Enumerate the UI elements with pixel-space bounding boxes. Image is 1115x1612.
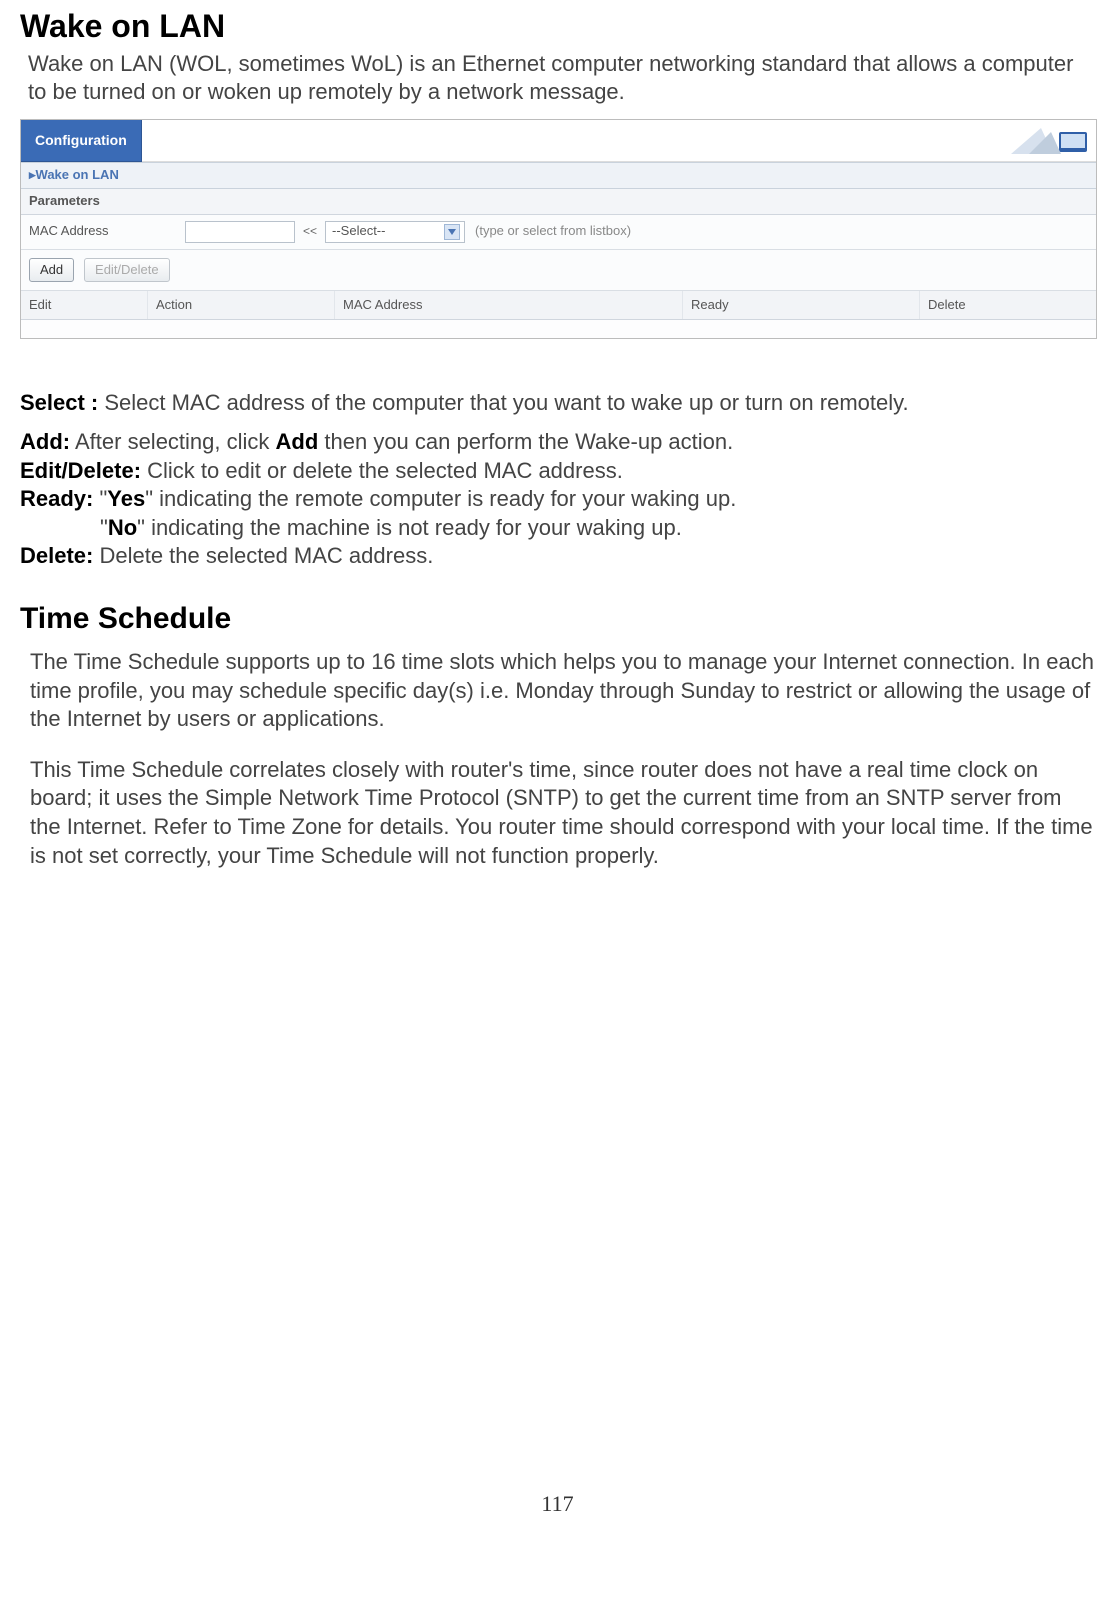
def-ready-no: "No" indicating the machine is not ready… <box>100 514 1095 543</box>
subsection-title: Parameters <box>21 189 1096 215</box>
def-ready-yes: Yes <box>107 486 145 511</box>
timeschedule-para2: This Time Schedule correlates closely wi… <box>30 756 1095 870</box>
def-add-label: Add: <box>20 429 70 454</box>
section-title: ▸Wake on LAN <box>21 162 1096 189</box>
def-ready-yes-pre: " <box>93 486 107 511</box>
edit-delete-button[interactable]: Edit/Delete <box>84 258 170 282</box>
col-action: Action <box>148 291 335 320</box>
config-header: Configuration <box>21 120 1096 162</box>
def-ready-label: Ready: <box>20 486 93 511</box>
wol-intro: Wake on LAN (WOL, sometimes WoL) is an E… <box>28 50 1095 107</box>
col-mac: MAC Address <box>335 291 683 320</box>
def-add-text: After selecting, click <box>70 429 275 454</box>
select-value: --Select-- <box>332 223 385 240</box>
timeschedule-heading: Time Schedule <box>20 599 1095 638</box>
def-ready-no-post: " indicating the machine is not ready fo… <box>137 515 682 540</box>
insert-chevron-icon[interactable]: << <box>301 224 319 240</box>
select-hint: (type or select from listbox) <box>475 223 631 240</box>
header-art-icon <box>1001 120 1096 162</box>
def-ready-no-pre: " <box>100 515 108 540</box>
def-add-bold: Add <box>276 429 319 454</box>
config-tab[interactable]: Configuration <box>21 120 142 162</box>
page-number: 117 <box>20 1490 1095 1519</box>
chevron-down-icon <box>444 224 460 240</box>
col-ready: Ready <box>683 291 920 320</box>
header-spacer <box>142 120 1001 162</box>
config-panel: Configuration ▸Wake on LAN Parameters MA… <box>20 119 1097 340</box>
table-body-empty <box>21 320 1096 338</box>
definitions: Select : Select MAC address of the compu… <box>20 389 1095 571</box>
def-delete: Delete: Delete the selected MAC address. <box>20 542 1095 571</box>
def-select-label: Select : <box>20 390 98 415</box>
wol-heading: Wake on LAN <box>20 6 1095 48</box>
def-add: Add: After selecting, click Add then you… <box>20 428 1095 457</box>
mac-row: MAC Address << --Select-- (type or selec… <box>21 215 1096 250</box>
def-select: Select : Select MAC address of the compu… <box>20 389 1095 418</box>
def-ready-yes-post: " indicating the remote computer is read… <box>145 486 736 511</box>
table-header: Edit Action MAC Address Ready Delete <box>21 291 1096 321</box>
timeschedule-para1: The Time Schedule supports up to 16 time… <box>30 648 1095 734</box>
def-editdelete-text: Click to edit or delete the selected MAC… <box>141 458 623 483</box>
mac-label: MAC Address <box>29 223 179 240</box>
def-add-text2: then you can perform the Wake-up action. <box>318 429 733 454</box>
def-editdelete-label: Edit/Delete: <box>20 458 141 483</box>
def-ready-yes: Ready: "Yes" indicating the remote compu… <box>20 485 1095 514</box>
def-editdelete: Edit/Delete: Click to edit or delete the… <box>20 457 1095 486</box>
def-delete-label: Delete: <box>20 543 93 568</box>
def-delete-text: Delete the selected MAC address. <box>93 543 433 568</box>
def-ready-no: No <box>108 515 137 540</box>
col-edit: Edit <box>21 291 148 320</box>
mac-input[interactable] <box>185 221 295 243</box>
add-button[interactable]: Add <box>29 258 74 282</box>
col-delete: Delete <box>920 291 1096 320</box>
button-row: Add Edit/Delete <box>21 250 1096 291</box>
def-select-text: Select MAC address of the computer that … <box>98 390 908 415</box>
mac-select[interactable]: --Select-- <box>325 221 465 243</box>
